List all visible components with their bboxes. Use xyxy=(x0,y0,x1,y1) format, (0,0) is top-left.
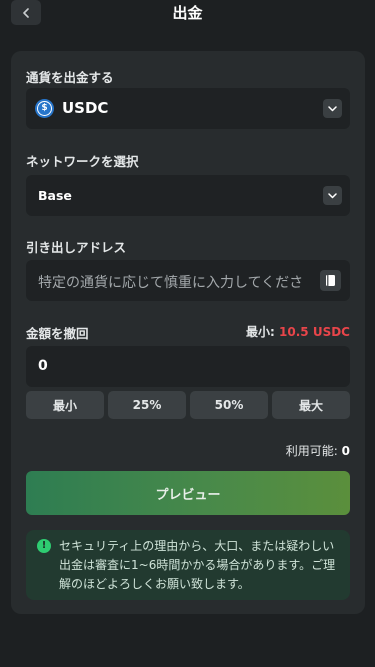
usdc-coin-icon: $ xyxy=(35,99,54,118)
network-label: ネットワークを選択 xyxy=(26,154,139,169)
address-input[interactable]: 特定の通貨に応じて慎重に入力してくださ xyxy=(26,260,350,301)
withdraw-form-card: 通貨を出金する $ USDC ネットワークを選択 Base 引き出しアドレス 特… xyxy=(11,51,365,614)
available-key: 利用可能: xyxy=(285,444,338,458)
minimum-amount: 最小: 10.5 USDC xyxy=(246,323,350,340)
quick-25-button[interactable]: 25% xyxy=(108,391,186,419)
network-selected-value: Base xyxy=(38,188,72,203)
minimum-value: 10.5 USDC xyxy=(279,325,350,339)
currency-selected-value: USDC xyxy=(62,99,109,117)
network-select[interactable]: Base xyxy=(26,175,350,216)
available-balance: 利用可能: 0 xyxy=(286,442,350,459)
page-title: 出金 xyxy=(172,4,203,22)
amount-label: 金額を撤回 xyxy=(26,326,89,341)
header-bar: 出金 xyxy=(0,0,375,34)
exclamation-circle-icon: ! xyxy=(37,539,51,553)
preview-button[interactable]: プレビュー xyxy=(26,471,350,515)
notice-text: セキュリティ上の理由から、大口、または疑わしい出金は審査に1~6時間かかる場合が… xyxy=(59,539,336,591)
chevron-down-icon[interactable] xyxy=(323,186,342,205)
quick-50-button[interactable]: 50% xyxy=(190,391,268,419)
currency-select[interactable]: $ USDC xyxy=(26,88,350,129)
amount-value: 0 xyxy=(38,358,48,374)
available-value: 0 xyxy=(341,444,350,458)
address-label: 引き出しアドレス xyxy=(26,240,127,255)
address-placeholder: 特定の通貨に応じて慎重に入力してくださ xyxy=(38,275,304,291)
quick-max-button[interactable]: 最大 xyxy=(272,391,350,419)
minimum-key: 最小: xyxy=(246,325,275,339)
quick-amount-buttons: 最小 25% 50% 最大 xyxy=(26,391,350,419)
amount-input[interactable]: 0 xyxy=(26,346,350,387)
security-notice: ! セキュリティ上の理由から、大口、または疑わしい出金は審査に1~6時間かかる場… xyxy=(26,530,350,600)
chevron-down-icon[interactable] xyxy=(323,99,342,118)
quick-min-button[interactable]: 最小 xyxy=(26,391,104,419)
currency-label: 通貨を出金する xyxy=(26,70,114,85)
address-book-icon[interactable] xyxy=(320,270,341,291)
